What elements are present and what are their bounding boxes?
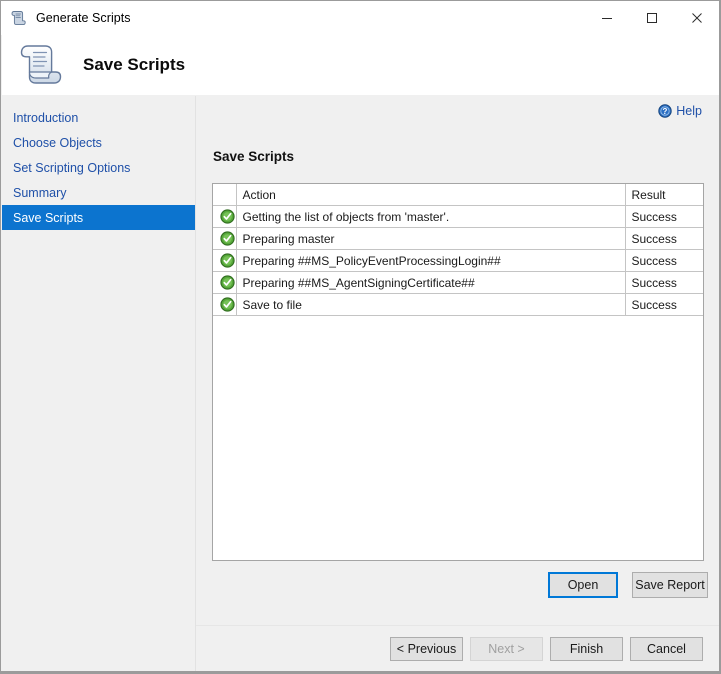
success-check-icon (220, 275, 235, 290)
sidebar-item-choose-objects[interactable]: Choose Objects (2, 130, 195, 155)
table-row[interactable]: Getting the list of objects from 'master… (213, 206, 703, 228)
scroll-icon (10, 9, 28, 27)
table-row[interactable]: Preparing master Success (213, 228, 703, 250)
cancel-button[interactable]: Cancel (630, 637, 703, 661)
sidebar-item-summary[interactable]: Summary (2, 180, 195, 205)
save-report-button[interactable]: Save Report (632, 572, 708, 598)
column-header-status[interactable] (213, 184, 236, 206)
close-button[interactable] (674, 1, 719, 35)
table-row[interactable]: Save to file Success (213, 294, 703, 316)
table-row[interactable]: Preparing ##MS_AgentSigningCertificate##… (213, 272, 703, 294)
finish-button[interactable]: Finish (550, 637, 623, 661)
sidebar-item-save-scripts[interactable]: Save Scripts (2, 205, 195, 230)
success-check-icon (220, 209, 235, 224)
window-title: Generate Scripts (36, 11, 131, 25)
window-controls (584, 1, 719, 35)
action-cell: Preparing master (236, 228, 625, 250)
question-circle-icon: ? (658, 104, 672, 118)
scroll-icon (15, 39, 67, 91)
maximize-icon (646, 12, 658, 24)
result-cell: Success (625, 294, 703, 316)
status-cell (213, 294, 236, 316)
next-button: Next > (470, 637, 543, 661)
action-cell: Preparing ##MS_PolicyEventProcessingLogi… (236, 250, 625, 272)
action-cell: Preparing ##MS_AgentSigningCertificate## (236, 272, 625, 294)
table-row[interactable]: Preparing ##MS_PolicyEventProcessingLogi… (213, 250, 703, 272)
generate-scripts-window: Generate Scripts (0, 0, 721, 674)
status-cell (213, 206, 236, 228)
action-cell: Save to file (236, 294, 625, 316)
column-header-result[interactable]: Result (625, 184, 703, 206)
success-check-icon (220, 297, 235, 312)
wizard-footer: < Previous Next > Finish Cancel (196, 626, 720, 671)
result-cell: Success (625, 206, 703, 228)
wizard-sidebar: Introduction Choose Objects Set Scriptin… (2, 96, 196, 671)
results-table: Action Result (213, 184, 703, 316)
title-bar: Generate Scripts (1, 1, 719, 35)
svg-text:?: ? (663, 107, 668, 116)
results-table-container[interactable]: Action Result (212, 183, 704, 561)
status-cell (213, 272, 236, 294)
sidebar-item-label: Choose Objects (13, 136, 102, 150)
page-header: Save Scripts (2, 35, 720, 95)
success-check-icon (220, 253, 235, 268)
status-cell (213, 228, 236, 250)
maximize-button[interactable] (629, 1, 674, 35)
status-cell (213, 250, 236, 272)
body-area: Introduction Choose Objects Set Scriptin… (2, 96, 720, 671)
minimize-icon (601, 12, 613, 24)
help-label: Help (676, 104, 702, 118)
content-pane: ? Help Save Scripts Action Result (196, 96, 720, 671)
table-header-row: Action Result (213, 184, 703, 206)
page-title: Save Scripts (83, 55, 185, 75)
column-header-action[interactable]: Action (236, 184, 625, 206)
sidebar-item-label: Introduction (13, 111, 78, 125)
sidebar-item-set-scripting-options[interactable]: Set Scripting Options (2, 155, 195, 180)
open-button[interactable]: Open (548, 572, 618, 598)
result-cell: Success (625, 228, 703, 250)
help-link[interactable]: ? Help (658, 104, 702, 118)
previous-button[interactable]: < Previous (390, 637, 463, 661)
minimize-button[interactable] (584, 1, 629, 35)
action-cell: Getting the list of objects from 'master… (236, 206, 625, 228)
sidebar-item-label: Save Scripts (13, 211, 83, 225)
close-icon (691, 12, 703, 24)
sidebar-item-label: Set Scripting Options (13, 161, 130, 175)
sidebar-item-introduction[interactable]: Introduction (2, 105, 195, 130)
result-cell: Success (625, 250, 703, 272)
success-check-icon (220, 231, 235, 246)
sidebar-item-label: Summary (13, 186, 66, 200)
section-title: Save Scripts (213, 149, 294, 164)
result-cell: Success (625, 272, 703, 294)
